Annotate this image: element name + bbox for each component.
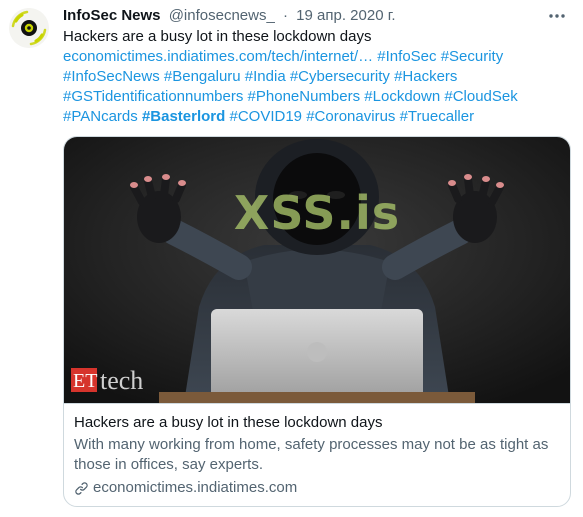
card-title: Hackers are a busy lot in these lockdown… <box>74 414 383 431</box>
tweet-text-line: #PANcards #Basterlord #COVID19 #Coronavi… <box>63 107 571 127</box>
hashtag-link[interactable]: #InfoSecNews <box>63 68 160 85</box>
image-watermark: XSS.is <box>234 186 400 240</box>
hashtag-link[interactable]: #Cybersecurity <box>290 68 390 85</box>
tweet[interactable]: InfoSec News @infosecnews_ · 19 апр. 202… <box>0 0 583 517</box>
more-horizontal-icon <box>549 14 565 18</box>
hashtag-link[interactable]: #Truecaller <box>400 108 474 125</box>
hashtag-link[interactable]: #Bengaluru <box>164 68 241 85</box>
hashtag-link[interactable]: #Security <box>441 48 504 65</box>
card-image: XSS.is ET tech <box>64 137 570 403</box>
author-avatar[interactable] <box>9 8 49 48</box>
hashtag-link[interactable]: #Basterlord <box>142 108 225 125</box>
hashtag-link[interactable]: #PANcards <box>63 108 138 125</box>
author-handle[interactable]: @infosecnews_ <box>169 7 275 24</box>
card-domain-text: economictimes.indiatimes.com <box>93 479 298 496</box>
tweet-text-line: #GSTidentificationnumbers #PhoneNumbers … <box>63 87 571 107</box>
tweet-header: InfoSec News @infosecnews_ · 19 апр. 202… <box>63 6 396 26</box>
hashtag-link[interactable]: #Hackers <box>394 68 457 85</box>
et-brand-tech: tech <box>100 366 143 395</box>
et-brand-mark: ET <box>73 370 97 392</box>
link-icon <box>75 481 88 495</box>
hashtag-link[interactable]: #CloudSek <box>444 88 517 105</box>
hashtag-link[interactable]: #Lockdown <box>364 88 440 105</box>
author-name[interactable]: InfoSec News <box>63 7 161 24</box>
tweet-text: Hackers are a busy lot in these lockdown… <box>63 27 571 127</box>
tweet-text-line: Hackers are a busy lot in these lockdown… <box>63 27 571 47</box>
card-domain: economictimes.indiatimes.com <box>74 478 297 498</box>
tweet-text-line: economictimes.indiatimes.com/tech/intern… <box>63 47 571 67</box>
card-description: With many working from home, safety proc… <box>74 436 549 473</box>
tweet-text-segment: Hackers are a busy lot in these lockdown… <box>63 28 372 45</box>
hashtag-link[interactable]: #India <box>245 68 286 85</box>
url-link[interactable]: economictimes.indiatimes.com/tech/intern… <box>63 48 373 65</box>
infosec-news-logo-icon <box>9 8 49 48</box>
hashtag-link[interactable]: #COVID19 <box>229 108 302 125</box>
hashtag-link[interactable]: #PhoneNumbers <box>248 88 361 105</box>
hashtag-link[interactable]: #GSTidentificationnumbers <box>63 88 243 105</box>
link-preview-card[interactable]: XSS.is ET tech Hackers are a busy lot in… <box>63 136 571 507</box>
header-separator: · <box>283 7 288 24</box>
tweet-text-line: #InfoSecNews #Bengaluru #India #Cybersec… <box>63 67 571 87</box>
more-options-button[interactable] <box>547 8 567 24</box>
tweet-date[interactable]: 19 апр. 2020 г. <box>296 7 395 24</box>
hashtag-link[interactable]: #InfoSec <box>377 48 436 65</box>
hashtag-link[interactable]: #Coronavirus <box>306 108 395 125</box>
card-divider <box>64 403 570 404</box>
